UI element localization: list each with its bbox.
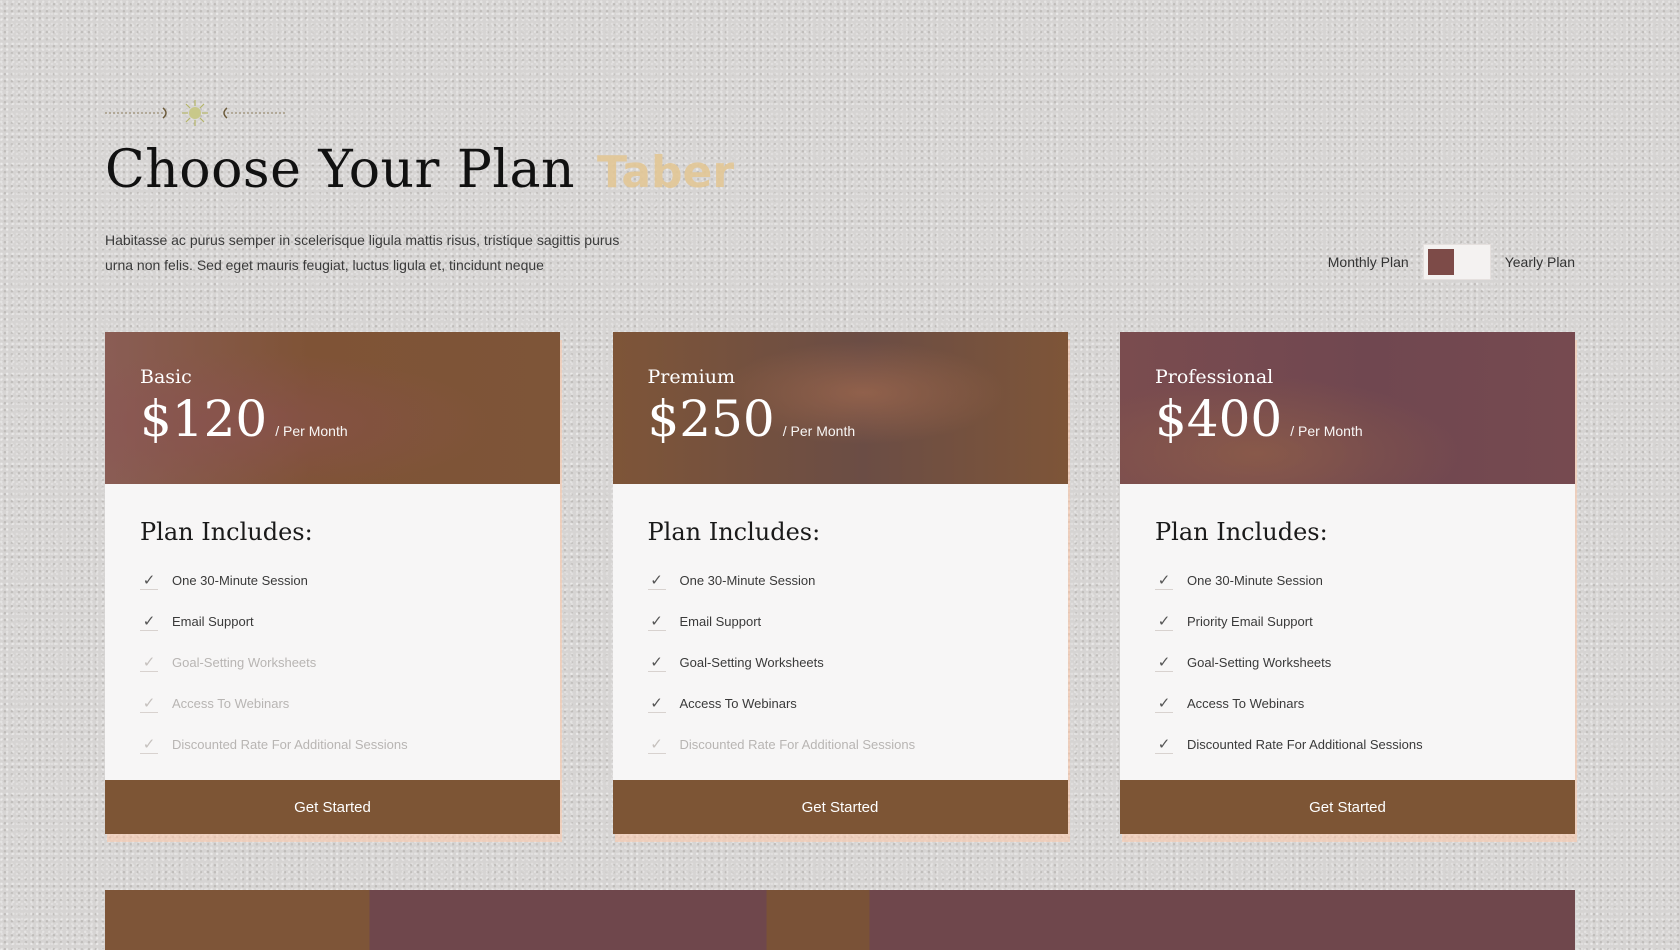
check-icon: ✓: [647, 735, 666, 754]
feature-item: ✓ Discounted Rate For Additional Session…: [1155, 724, 1540, 765]
check-icon: ✓: [140, 735, 158, 754]
yearly-plan-label[interactable]: Yearly Plan: [1505, 254, 1575, 270]
feature-list: ✓ One 30-Minute Session ✓ Priority Email…: [1155, 560, 1540, 765]
plan-includes-title: Plan Includes:: [1155, 518, 1328, 546]
plan-price: $250: [647, 390, 775, 448]
monthly-plan-label[interactable]: Monthly Plan: [1328, 254, 1409, 270]
feature-list: ✓ One 30-Minute Session ✓ Email Support …: [140, 560, 525, 765]
feature-label: Priority Email Support: [1187, 614, 1313, 629]
plan-header: Premium $250 / Per Month: [613, 332, 1068, 484]
page-title: Choose Your Plan: [105, 140, 575, 200]
plan-period: / Per Month: [275, 423, 348, 439]
plan-card-premium: Premium $250 / Per Month Plan Includes: …: [612, 332, 1068, 834]
plan-card-basic: Basic $120 / Per Month Plan Includes: ✓ …: [105, 332, 560, 834]
plans-container: Basic $120 / Per Month Plan Includes: ✓ …: [105, 332, 1575, 834]
feature-label: One 30-Minute Session: [172, 573, 308, 588]
feature-item: ✓ Email Support: [140, 601, 525, 642]
check-icon: ✓: [140, 694, 158, 713]
feature-label: One 30-Minute Session: [679, 573, 816, 588]
feature-label: Access To Webinars: [1187, 696, 1305, 711]
price-row: $250 / Per Month: [648, 394, 1033, 444]
feature-label: Access To Webinars: [679, 696, 797, 711]
plan-body: Plan Includes: ✓ One 30-Minute Session ✓…: [105, 484, 560, 780]
toggle-knob: [1427, 249, 1454, 275]
plan-includes-title: Plan Includes:: [647, 518, 821, 546]
feature-item: ✓ Goal-Setting Worksheets: [140, 642, 525, 683]
plan-header: Basic $120 / Per Month: [105, 332, 560, 484]
feature-label: Discounted Rate For Additional Sessions: [172, 737, 408, 752]
check-icon: ✓: [1155, 612, 1173, 631]
feature-item: ✓ One 30-Minute Session: [140, 560, 525, 601]
check-icon: ✓: [140, 571, 158, 590]
plan-card-professional: Professional $400 / Per Month Plan Inclu…: [1120, 332, 1575, 834]
check-icon: ✓: [1155, 653, 1173, 672]
check-icon: ✓: [1155, 735, 1173, 754]
feature-item: ✓ Email Support: [647, 601, 1033, 642]
feature-label: Goal-Setting Worksheets: [1187, 655, 1332, 670]
get-started-button-professional[interactable]: Get Started: [1120, 780, 1575, 834]
check-icon: ✓: [1155, 694, 1173, 713]
title-accent: Taber: [596, 147, 735, 198]
check-icon: ✓: [140, 612, 158, 631]
feature-item: ✓ Discounted Rate For Additional Session…: [647, 724, 1033, 765]
price-row: $120 / Per Month: [140, 394, 525, 444]
plan-includes-title: Plan Includes:: [140, 518, 313, 546]
feature-item: ✓ Discounted Rate For Additional Session…: [140, 724, 525, 765]
bottom-banner: [105, 890, 1575, 950]
page-description: Habitasse ac purus semper in scelerisque…: [105, 232, 620, 273]
feature-item: ✓ Access To Webinars: [140, 683, 525, 724]
feature-item: ✓ One 30-Minute Session: [647, 560, 1033, 601]
check-icon: ✓: [647, 571, 666, 590]
plan-header: Professional $400 / Per Month: [1120, 332, 1575, 484]
feature-list: ✓ One 30-Minute Session ✓ Email Support …: [647, 560, 1033, 765]
plan-body: Plan Includes: ✓ One 30-Minute Session ✓…: [1120, 484, 1575, 780]
billing-toggle-switch[interactable]: [1422, 244, 1491, 280]
check-icon: ✓: [647, 694, 666, 713]
feature-item: ✓ Goal-Setting Worksheets: [647, 642, 1033, 683]
feature-label: Email Support: [172, 614, 254, 629]
price-row: $400 / Per Month: [1155, 394, 1540, 444]
check-icon: ✓: [1155, 571, 1173, 590]
title-row: Choose Your Plan Taber: [105, 140, 734, 200]
check-icon: ✓: [647, 653, 666, 672]
feature-label: One 30-Minute Session: [1187, 573, 1323, 588]
feature-item: ✓ Access To Webinars: [1155, 683, 1540, 724]
sun-ornament-icon: [105, 100, 285, 126]
plan-name: Basic: [140, 366, 192, 388]
plan-period: / Per Month: [782, 423, 856, 439]
feature-label: Email Support: [679, 614, 762, 629]
check-icon: ✓: [140, 653, 158, 672]
feature-item: ✓ One 30-Minute Session: [1155, 560, 1540, 601]
plan-period: / Per Month: [1290, 423, 1363, 439]
billing-toggle: Monthly Plan Yearly Plan: [1328, 244, 1575, 280]
feature-label: Access To Webinars: [172, 696, 290, 711]
feature-label: Goal-Setting Worksheets: [679, 655, 824, 670]
check-icon: ✓: [647, 612, 666, 631]
feature-item: ✓ Goal-Setting Worksheets: [1155, 642, 1540, 683]
plan-body: Plan Includes: ✓ One 30-Minute Session ✓…: [612, 484, 1068, 780]
plan-price: $400: [1155, 390, 1283, 448]
feature-label: Goal-Setting Worksheets: [172, 655, 317, 670]
get-started-button-premium[interactable]: Get Started: [612, 780, 1068, 834]
plan-name: Premium: [647, 366, 735, 388]
get-started-button-basic[interactable]: Get Started: [105, 780, 560, 834]
plan-price: $120: [140, 390, 268, 448]
feature-item: ✓ Priority Email Support: [1155, 601, 1540, 642]
feature-item: ✓ Access To Webinars: [647, 683, 1033, 724]
plan-name: Professional: [1155, 366, 1274, 388]
feature-label: Discounted Rate For Additional Sessions: [679, 737, 916, 752]
feature-label: Discounted Rate For Additional Sessions: [1187, 737, 1423, 752]
